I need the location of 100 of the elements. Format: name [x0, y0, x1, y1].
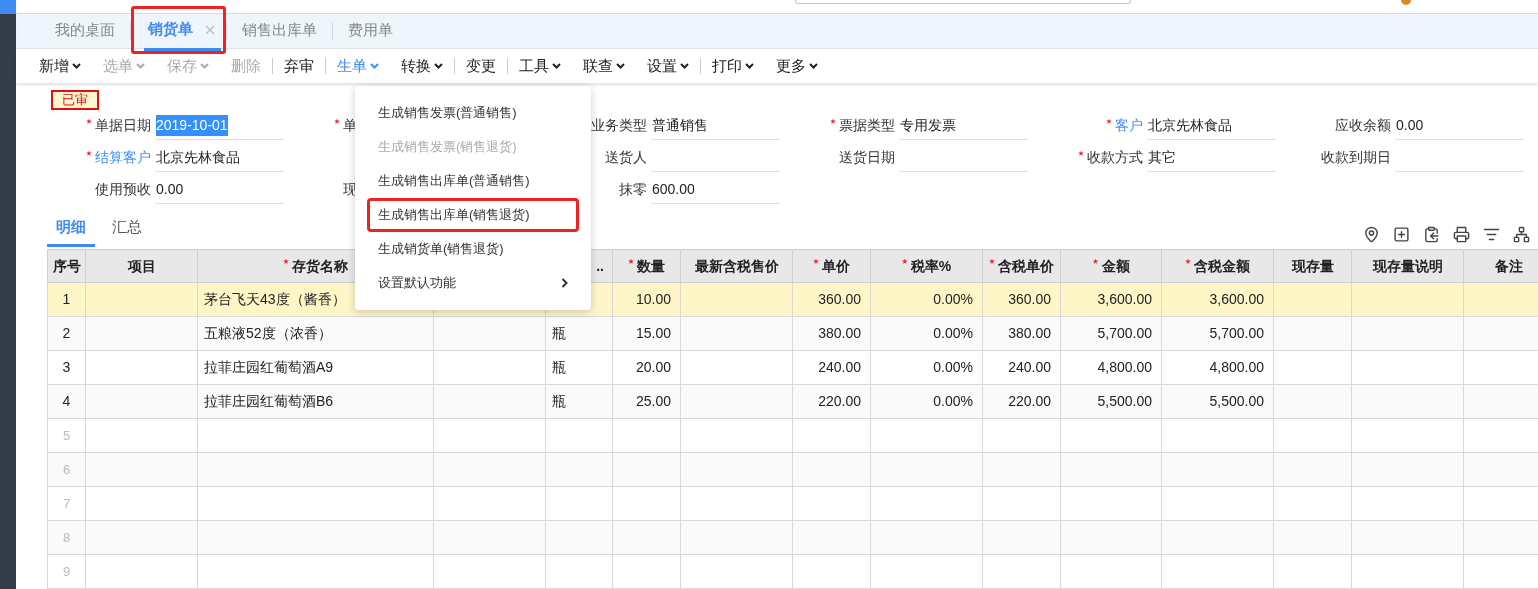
table-cell-text: 瓶 [552, 324, 566, 343]
table-cell-text: 5,700.00 [1097, 324, 1152, 343]
field-label: 应收余额 [1335, 116, 1391, 136]
filter-icon[interactable] [1483, 226, 1500, 243]
column-header: 数量 [628, 255, 665, 277]
toolbar-button[interactable]: 转换 [390, 54, 454, 78]
column-header: 含税单价 [989, 255, 1054, 277]
menu-item[interactable]: 生成销售出库单(销售退货) [367, 198, 579, 232]
input-field[interactable]: 0.00 [155, 175, 284, 204]
column-header: 备注 [1494, 256, 1523, 276]
toolbar-button[interactable]: 新增 [28, 54, 92, 78]
field-label: 使用预收 [95, 180, 151, 200]
table-cell-text: 5,500.00 [1097, 392, 1152, 411]
printer-icon[interactable] [1453, 226, 1470, 243]
menu-item[interactable]: 生成销货单(销售退货) [367, 232, 579, 266]
table-cell-text: 4 [62, 392, 71, 411]
table-cell-text: 380.00 [818, 324, 861, 343]
chevron-right-icon [561, 278, 568, 288]
column-header: 序号 [52, 256, 81, 276]
input-field[interactable]: 其它 [1147, 143, 1276, 172]
field-label[interactable]: 结算客户 [86, 147, 151, 169]
input-field[interactable]: 北京先林食品 [155, 143, 284, 172]
field-label: 业务类型 [591, 116, 647, 136]
table-cell-text: 0.00% [933, 290, 973, 309]
table-cell-text: 360.00 [1008, 290, 1051, 309]
field-label[interactable]: 客户 [1106, 115, 1143, 137]
table-cell-text: 25.00 [635, 392, 671, 411]
input-field[interactable]: 专用发票 [899, 111, 1028, 140]
table-cell-text: 360.00 [818, 290, 861, 309]
field-label: 单 [334, 115, 357, 137]
table-cell-text: 6 [62, 460, 71, 479]
column-header: 项目 [127, 256, 156, 276]
table-cell-text: 2 [62, 324, 71, 343]
table-cell-text: 5,700.00 [1209, 324, 1264, 343]
menu-item[interactable]: 生成销售发票(普通销售) [367, 96, 579, 130]
table-cell-text: 茅台飞天43度（酱香） [204, 290, 346, 309]
toolbar-button[interactable]: 联查 [572, 54, 636, 78]
caret-icon [434, 62, 443, 69]
input-field[interactable]: 600.00 [651, 175, 780, 204]
table-cell-text: 220.00 [818, 392, 861, 411]
toolbar-button[interactable]: 更多 [765, 54, 829, 78]
column-header: 最新含税售价 [694, 256, 779, 276]
toolbar-button[interactable]: 变更 [455, 54, 507, 78]
toolbar-button[interactable]: 打印 [701, 54, 765, 78]
tab[interactable]: 汇总 [103, 215, 151, 247]
column-header: 含税金额 [1185, 255, 1250, 277]
caret-icon [680, 62, 689, 69]
table-cell-text: 240.00 [818, 358, 861, 377]
table-cell-text: 220.00 [1008, 392, 1051, 411]
table-cell-text: 拉菲庄园红葡萄酒B6 [204, 392, 334, 411]
input-field[interactable]: 0.00 [1395, 111, 1524, 140]
column-header: 金额 [1092, 255, 1130, 277]
input-field[interactable]: 普通销售 [651, 111, 780, 140]
column-header: 税率% [901, 255, 952, 277]
caret-icon [552, 62, 561, 69]
table-cell-text: 8 [62, 528, 71, 547]
caret-icon [370, 62, 379, 69]
table-cell-text: 4,800.00 [1209, 358, 1264, 377]
toolbar-button[interactable]: 弃审 [273, 54, 325, 78]
field-label: 送货人 [605, 148, 647, 168]
table-cell-text: 0.00% [933, 358, 973, 377]
table-cell-text: 7 [62, 494, 71, 513]
table-cell-text: 瓶 [552, 358, 566, 377]
field-label: 票据类型 [830, 115, 895, 137]
toolbar-button[interactable]: 工具 [508, 54, 572, 78]
field-label: 送货日期 [839, 148, 895, 168]
table-cell-text: 4,800.00 [1097, 358, 1152, 377]
field-label: 收款到期日 [1321, 148, 1391, 168]
table-cell-text: 3,600.00 [1209, 290, 1264, 309]
caret-icon [136, 62, 145, 69]
table-cell-text: 3,600.00 [1097, 290, 1152, 309]
hierarchy-icon[interactable] [1513, 226, 1530, 243]
field-label: 单据日期 [86, 115, 151, 137]
table-cell-text: 10.00 [635, 290, 671, 309]
caret-icon [72, 62, 81, 69]
user-icon[interactable] [1401, 0, 1411, 5]
input-field[interactable]: 北京先林食品 [1147, 111, 1276, 140]
table-cell-text: 3 [62, 358, 71, 377]
column-header: 单价 [813, 255, 850, 277]
column-header: 存货名称 [283, 255, 348, 277]
toolbar-button[interactable]: 设置 [636, 54, 700, 78]
field-label: 收款方式 [1078, 147, 1143, 169]
toolbar-button[interactable]: 生单 [326, 54, 390, 78]
menu-item[interactable]: 生成销售出库单(普通销售) [367, 164, 579, 198]
table-cell-text: 5,500.00 [1209, 392, 1264, 411]
table-cell-text: 5 [62, 426, 71, 445]
add-icon[interactable] [1393, 226, 1410, 243]
table-cell-text: 20.00 [635, 358, 671, 377]
location-pin-icon[interactable] [1363, 226, 1380, 243]
table-row[interactable]: 2 五粮液52度（浓香） 瓶 15.00 380.00 0.00% 380.00 5,700.00 5,700.00 [47, 317, 1538, 351]
column-header: .. [596, 256, 604, 276]
table-cell-text: 15.00 [635, 324, 671, 343]
table-cell-text: 拉菲庄园红葡萄酒A9 [204, 358, 334, 377]
caret-icon [616, 62, 625, 69]
column-header: 现存量 [1291, 256, 1334, 276]
field-label: 抹零 [619, 180, 647, 200]
table-cell-text: 380.00 [1008, 324, 1051, 343]
table-row[interactable]: 3 拉菲庄园红葡萄酒A9 瓶 20.00 240.00 0.00% 240.00 4,800.00 4,800.00 [47, 351, 1538, 385]
table-cell-text: 瓶 [552, 392, 566, 411]
table-row[interactable]: 4 拉菲庄园红葡萄酒B6 瓶 25.00 220.00 0.00% 220.00 5,500.00 5,500.00 [47, 385, 1538, 419]
